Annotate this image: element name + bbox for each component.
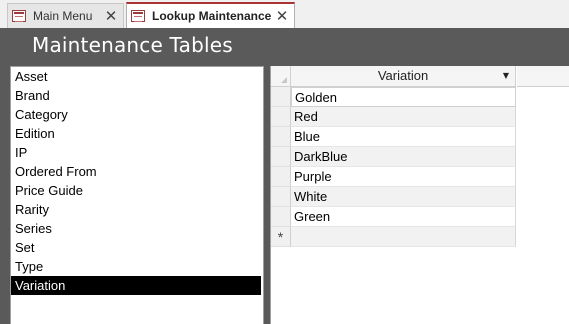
- table-row: Green: [271, 207, 516, 227]
- page-title: Maintenance Tables: [32, 33, 233, 57]
- list-item-category[interactable]: Category: [11, 105, 263, 124]
- list-item-ip[interactable]: IP: [11, 143, 263, 162]
- datasheet-grid: Variation ▼ Golden Red Blue DarkBlue Pur…: [271, 66, 516, 247]
- form-header: Maintenance Tables: [0, 28, 569, 65]
- tab-label: Lookup Maintenance: [152, 9, 272, 23]
- list-item-variation[interactable]: Variation: [11, 276, 261, 295]
- table-cell[interactable]: Red: [291, 107, 516, 127]
- form-icon: [12, 10, 26, 22]
- list-item-set[interactable]: Set: [11, 238, 263, 257]
- new-record-marker[interactable]: *: [271, 227, 291, 247]
- table-row: DarkBlue: [271, 147, 516, 167]
- new-record-row: *: [271, 227, 516, 247]
- column-header-variation[interactable]: Variation ▼: [291, 66, 516, 87]
- record-selector[interactable]: [271, 147, 291, 167]
- tab-lookup-maintenance[interactable]: Lookup Maintenance ✕: [126, 2, 295, 28]
- list-item-series[interactable]: Series: [11, 219, 263, 238]
- table-row: Purple: [271, 167, 516, 187]
- table-cell[interactable]: Purple: [291, 167, 516, 187]
- column-dropdown-icon[interactable]: ▼: [503, 66, 509, 86]
- variation-datasheet: Variation ▼ Golden Red Blue DarkBlue Pur…: [270, 66, 569, 324]
- list-item-rarity[interactable]: Rarity: [11, 200, 263, 219]
- list-item-edition[interactable]: Edition: [11, 124, 263, 143]
- list-item-type[interactable]: Type: [11, 257, 263, 276]
- table-cell[interactable]: DarkBlue: [291, 147, 516, 167]
- record-selector[interactable]: [271, 187, 291, 207]
- list-item-ordered-from[interactable]: Ordered From: [11, 162, 263, 181]
- record-selector[interactable]: [271, 127, 291, 147]
- table-row: White: [271, 187, 516, 207]
- document-tab-strip: Main Menu ✕ Lookup Maintenance ✕: [0, 0, 569, 28]
- tab-label: Main Menu: [33, 9, 93, 23]
- list-item-price-guide[interactable]: Price Guide: [11, 181, 263, 200]
- list-item-asset[interactable]: Asset: [11, 67, 263, 86]
- close-tab-icon[interactable]: ✕: [274, 7, 290, 25]
- table-cell[interactable]: White: [291, 187, 516, 207]
- record-selector[interactable]: [271, 87, 291, 107]
- table-cell[interactable]: Blue: [291, 127, 516, 147]
- record-selector[interactable]: [271, 107, 291, 127]
- column-header-label: Variation: [377, 68, 429, 83]
- datasheet-header-row: Variation ▼: [271, 66, 516, 87]
- table-row: Red: [271, 107, 516, 127]
- record-selector[interactable]: [271, 167, 291, 187]
- list-item-brand[interactable]: Brand: [11, 86, 263, 105]
- tables-listbox[interactable]: Asset Brand Category Edition IP Ordered …: [10, 66, 264, 324]
- tab-main-menu[interactable]: Main Menu ✕: [7, 3, 124, 28]
- datasheet-header-filler: [517, 66, 569, 87]
- table-cell[interactable]: Golden: [291, 87, 516, 107]
- table-cell[interactable]: Green: [291, 207, 516, 227]
- table-row: Golden: [271, 87, 516, 107]
- close-tab-icon[interactable]: ✕: [103, 7, 119, 25]
- form-icon: [131, 10, 145, 22]
- select-all-corner[interactable]: [271, 66, 291, 87]
- new-record-cell[interactable]: [291, 227, 516, 247]
- record-selector[interactable]: [271, 207, 291, 227]
- table-row: Blue: [271, 127, 516, 147]
